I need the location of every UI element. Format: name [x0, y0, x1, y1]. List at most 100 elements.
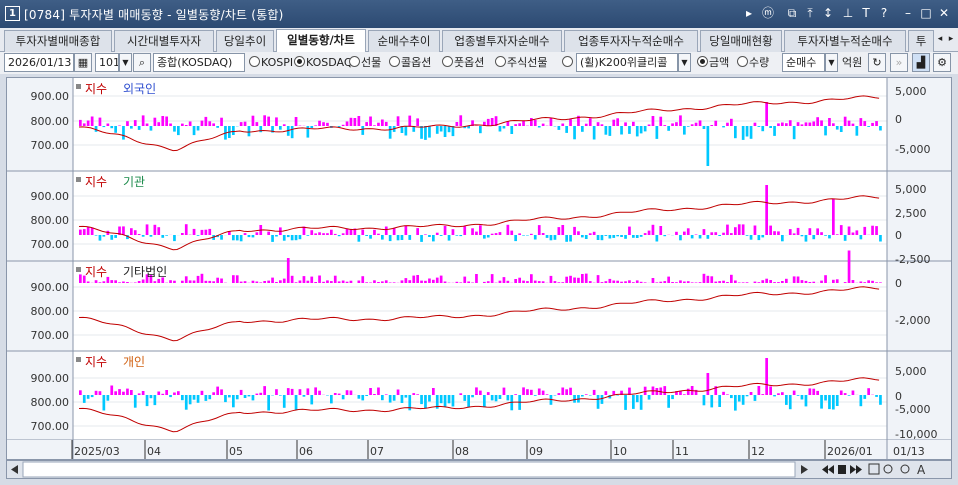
close-icon[interactable]: ✕ — [936, 5, 952, 22]
bar — [737, 282, 741, 283]
tab-sector-cumulative[interactable]: 업종투자자누적순매수 — [564, 30, 698, 52]
bar — [765, 102, 768, 126]
pin-top-icon[interactable]: ⤒ — [802, 5, 818, 22]
pin-icon[interactable]: ⊥ — [840, 5, 856, 22]
memo-icon[interactable]: ⓜ — [760, 5, 776, 22]
font-icon[interactable]: T — [858, 5, 874, 22]
gear-icon[interactable]: ⚙ — [933, 53, 951, 72]
bar — [879, 395, 882, 405]
bar — [522, 120, 525, 126]
tab-scroll-left-icon[interactable]: ◂ — [935, 31, 945, 49]
horizontal-scrollbar[interactable]: A — [6, 460, 952, 479]
bar — [416, 228, 419, 235]
bar — [530, 274, 533, 283]
bar — [581, 126, 584, 132]
link-icon[interactable]: ⧉ — [784, 5, 800, 22]
scroll-right-icon[interactable] — [801, 465, 808, 474]
bar — [734, 227, 737, 235]
bar — [439, 275, 443, 283]
bar — [686, 281, 690, 283]
bar — [196, 275, 200, 283]
bar — [404, 395, 408, 398]
radio-kospi[interactable]: KOSPI — [249, 54, 293, 72]
zoom-out-icon[interactable] — [883, 464, 893, 474]
bar — [851, 123, 855, 126]
investor-chart[interactable]: 900.00800.00700.005,0000-5,000지수 외국인900.0… — [7, 78, 951, 459]
radio-futures[interactable]: 선물 — [349, 54, 381, 72]
first-page-icon[interactable] — [822, 465, 834, 474]
radio-quantity[interactable]: 수량 — [737, 54, 769, 72]
search-icon[interactable]: ⌕ — [133, 53, 151, 72]
resize-icon[interactable]: ↕ — [820, 5, 836, 22]
bar — [498, 232, 502, 235]
market-field[interactable]: 종합(KOSDAQ) — [153, 53, 245, 72]
bar — [526, 281, 529, 283]
radio-dot-icon — [737, 56, 748, 67]
type-select[interactable]: 순매수 — [782, 53, 825, 72]
bar — [812, 235, 816, 240]
bar — [216, 277, 219, 283]
tab-investor-cumulative[interactable]: 투자자별누적순매수 — [784, 30, 906, 52]
text-tool-icon[interactable]: A — [917, 463, 926, 477]
stop-icon[interactable] — [838, 465, 846, 474]
bar — [796, 227, 800, 235]
tab-intraday-trend[interactable]: 당일추이 — [216, 30, 274, 52]
bar — [620, 126, 623, 135]
radio-amount[interactable]: 금액 — [697, 54, 729, 72]
legend-investor: 외국인 — [123, 82, 156, 96]
bar — [255, 232, 259, 235]
code-dropdown-icon[interactable]: ▼ — [119, 53, 132, 72]
tab-scroll-right-icon[interactable]: ▸ — [946, 31, 956, 49]
bar — [490, 233, 494, 235]
radio-kosdaq[interactable]: KOSDAQ — [294, 54, 353, 72]
bar — [408, 280, 412, 283]
scroll-thumb[interactable] — [22, 461, 796, 478]
tab-more[interactable]: 투 — [908, 30, 934, 52]
code-input[interactable]: 101 — [95, 53, 119, 72]
refresh-icon[interactable]: ↻ — [868, 53, 886, 72]
maximize-icon[interactable]: □ — [918, 5, 934, 22]
bar — [200, 120, 204, 126]
bar — [530, 389, 533, 395]
futures-dropdown-icon[interactable]: ▼ — [678, 53, 691, 72]
tab-sector-net-buy[interactable]: 업종별투자자순매수 — [442, 30, 562, 52]
chart-area[interactable]: 900.00 800.00 700.00 5,000 0 -5,000 지수 외국인 900.0… — [6, 77, 952, 460]
bar — [679, 235, 682, 241]
radio-stock-futures[interactable]: 주식선물 — [495, 54, 547, 72]
play-icon[interactable]: ▸ — [741, 5, 757, 22]
bar — [345, 390, 349, 395]
last-page-icon[interactable] — [850, 465, 862, 474]
chart-view-icon[interactable]: ▟ — [912, 53, 930, 72]
tab-daily-trading[interactable]: 당일매매현황 — [700, 30, 782, 52]
window-number[interactable]: 1 — [5, 6, 20, 21]
tab-net-buy-trend[interactable]: 순매수추이 — [368, 30, 440, 52]
bar — [349, 280, 353, 283]
bar — [228, 395, 231, 398]
calendar-icon[interactable]: ▦ — [74, 53, 92, 72]
bar — [565, 235, 568, 242]
type-dropdown-icon[interactable]: ▼ — [825, 53, 838, 72]
bar — [600, 395, 604, 404]
bar — [792, 233, 796, 235]
zoom-in-icon[interactable] — [900, 464, 910, 474]
bar — [157, 122, 161, 126]
futures-select[interactable]: (휠)K200위클리콜 — [576, 53, 678, 72]
help-icon[interactable]: ? — [876, 5, 892, 22]
radio-put-option[interactable]: 풋옵션 — [442, 54, 484, 72]
tab-daily-chart[interactable]: 일별동향/차트 — [276, 29, 366, 53]
bar — [675, 282, 678, 283]
bar — [212, 123, 215, 126]
bar — [345, 228, 349, 235]
tab-investor-summary[interactable]: 투자자별매매종합 — [4, 30, 112, 52]
next-icon[interactable]: » — [890, 53, 908, 72]
minimize-icon[interactable]: – — [900, 5, 916, 22]
radio-weekly[interactable] — [562, 54, 574, 72]
date-input[interactable]: 2026/01/13 — [4, 53, 74, 72]
bar — [173, 392, 176, 395]
scroll-left-icon[interactable] — [11, 465, 18, 474]
bar — [463, 276, 467, 283]
expand-icon[interactable] — [868, 463, 880, 475]
bar — [514, 124, 517, 126]
tab-hourly-investor[interactable]: 시간대별투자자 — [114, 30, 214, 52]
radio-call-option[interactable]: 콜옵션 — [389, 54, 431, 72]
